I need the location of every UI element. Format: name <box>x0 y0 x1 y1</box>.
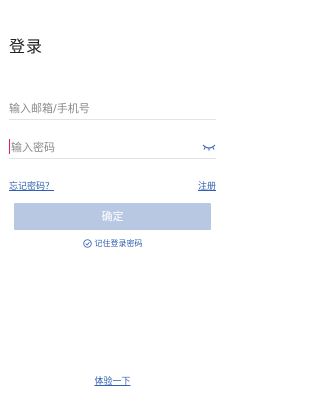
trial-container: 体验一下 <box>0 374 225 387</box>
text-caret <box>9 139 10 154</box>
forgot-password-link[interactable]: 忘记密码？ <box>9 179 54 192</box>
account-input[interactable] <box>9 97 189 120</box>
confirm-button[interactable]: 确定 <box>14 203 211 230</box>
password-field[interactable] <box>9 136 216 159</box>
page-title: 登录 <box>9 37 44 56</box>
eye-closed-icon[interactable] <box>202 142 216 152</box>
remember-password-toggle[interactable]: 记住登录密码 <box>0 238 225 249</box>
trial-link[interactable]: 体验一下 <box>94 377 130 387</box>
password-input[interactable] <box>9 136 191 159</box>
check-circle-icon[interactable] <box>82 239 92 248</box>
account-field[interactable] <box>9 97 216 120</box>
register-link[interactable]: 注册 <box>198 179 216 192</box>
remember-password-label: 记住登录密码 <box>94 239 143 248</box>
